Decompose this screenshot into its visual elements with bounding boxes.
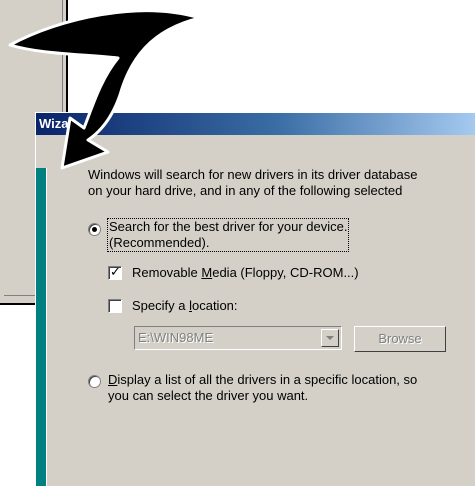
curved-arrow-icon: [8, 9, 202, 170]
